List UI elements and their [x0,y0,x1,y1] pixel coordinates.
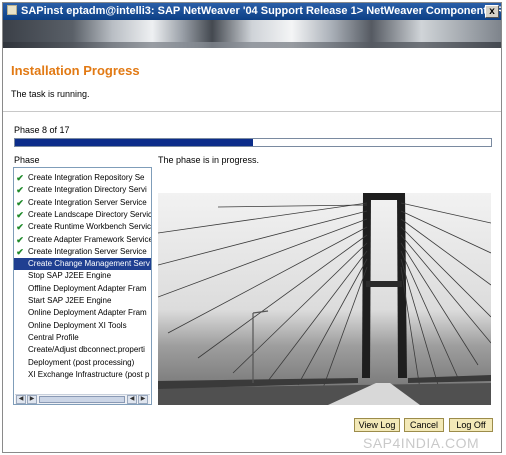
phase-item[interactable]: ✔ Create Integration Repository Se [14,172,151,184]
close-button[interactable]: x [485,5,499,18]
title-bar: SAPinst eptadm@intelli3: SAP NetWeaver '… [3,3,501,20]
phase-item[interactable]: ✔ Create Runtime Workbench Servic [14,221,151,233]
phase-item[interactable]: Central Profile [14,332,151,344]
phase-item-label: Create/Adjust dbconnect.properti [28,345,145,355]
phase-item-label: Online Deployment XI Tools [28,320,127,330]
check-icon: ✔ [16,185,24,196]
phase-item-current[interactable]: Create Change Management Serv [14,258,151,271]
phase-item-label: Create Integration Repository Se [28,173,145,182]
check-icon: ✔ [16,234,24,245]
bridge-banner [3,20,501,48]
phase-item[interactable]: Online Deployment Adapter Fram [14,307,151,319]
bridge-photo [158,193,491,405]
scroll-right-icon[interactable]: ▶ [27,395,37,404]
phase-item-label: Start SAP J2EE Engine [28,296,112,305]
horizontal-scrollbar[interactable]: ◀ ▶ ◀ ▶ [15,394,150,404]
progress-bar [14,138,492,147]
phase-item[interactable]: Create/Adjust dbconnect.properti [14,344,151,356]
phase-item[interactable]: ✔ Create Integration Server Service [14,197,151,209]
phase-item[interactable]: Start SAP J2EE Engine [14,295,151,307]
phase-item-label: Create Integration Server Service [28,246,147,256]
phase-message: The phase is in progress. [158,155,260,165]
phase-item-label: Create Change Management Serv [28,259,150,269]
phase-list-header: Phase [14,155,40,165]
phase-item-label: Stop SAP J2EE Engine [28,271,112,281]
phase-counter: Phase 8 of 17 [14,125,70,135]
phase-item-label: Create Integration Server Service [28,197,147,207]
check-icon: ✔ [16,246,24,257]
phase-item-label: Create Integration Directory Servi [28,185,147,195]
phase-item-label: Create Landscape Directory Servic [28,209,151,219]
phase-item-label: Offline Deployment Adapter Fram [28,283,147,293]
phase-item-label: Create Runtime Workbench Servic [28,222,151,232]
page-title: Installation Progress [11,63,140,78]
phase-item[interactable]: XI Exchange Infrastructure (post p [14,369,151,381]
scroll-left-end-icon[interactable]: ◀ [127,395,137,404]
sapinst-window: SAPinst eptadm@intelli3: SAP NetWeaver '… [2,2,502,453]
divider [3,111,501,112]
check-icon: ✔ [16,173,24,183]
scroll-thumb[interactable] [39,396,125,403]
log-off-button[interactable]: Log Off [449,418,493,432]
phase-list[interactable]: XI Exchange Infrastructure (post p Deploy… [13,167,152,405]
scroll-right-end-icon[interactable]: ▶ [138,395,148,404]
window-title: SAPinst eptadm@intelli3: SAP NetWeaver '… [21,5,501,17]
scroll-left-icon[interactable]: ◀ [16,395,26,404]
cancel-button[interactable]: Cancel [404,418,444,432]
phase-item[interactable]: ✔ Create Adapter Framework Service [14,234,151,246]
banner-stripe [3,42,501,48]
phase-item-label: XI Exchange Infrastructure (post p [28,369,150,379]
progress-fill [15,139,253,146]
phase-item[interactable]: ✔ Create Integration Directory Servi [14,184,151,196]
phase-item[interactable]: Deployment (post processing) [14,357,151,369]
phase-item[interactable]: ✔ Create Integration Server Service [14,246,151,258]
phase-item-label: Create Adapter Framework Service [28,234,151,244]
watermark: SAP4INDIA.COM [363,435,480,451]
check-icon: ✔ [16,222,24,233]
phase-item[interactable]: Online Deployment XI Tools [14,320,151,332]
app-icon [7,5,17,15]
phase-item[interactable]: ✔ Create Landscape Directory Servic [14,209,151,221]
view-log-button[interactable]: View Log [354,418,400,432]
phase-item-label: Deployment (post processing) [28,357,135,367]
task-status: The task is running. [11,89,90,99]
phase-item[interactable]: Stop SAP J2EE Engine [14,270,151,282]
phase-item-label: Online Deployment Adapter Fram [28,308,147,318]
check-icon: ✔ [16,209,24,220]
phase-item[interactable]: Offline Deployment Adapter Fram [14,283,151,295]
phase-item-label: Central Profile [28,332,79,342]
bridge-image [158,193,491,405]
check-icon: ✔ [16,197,24,208]
